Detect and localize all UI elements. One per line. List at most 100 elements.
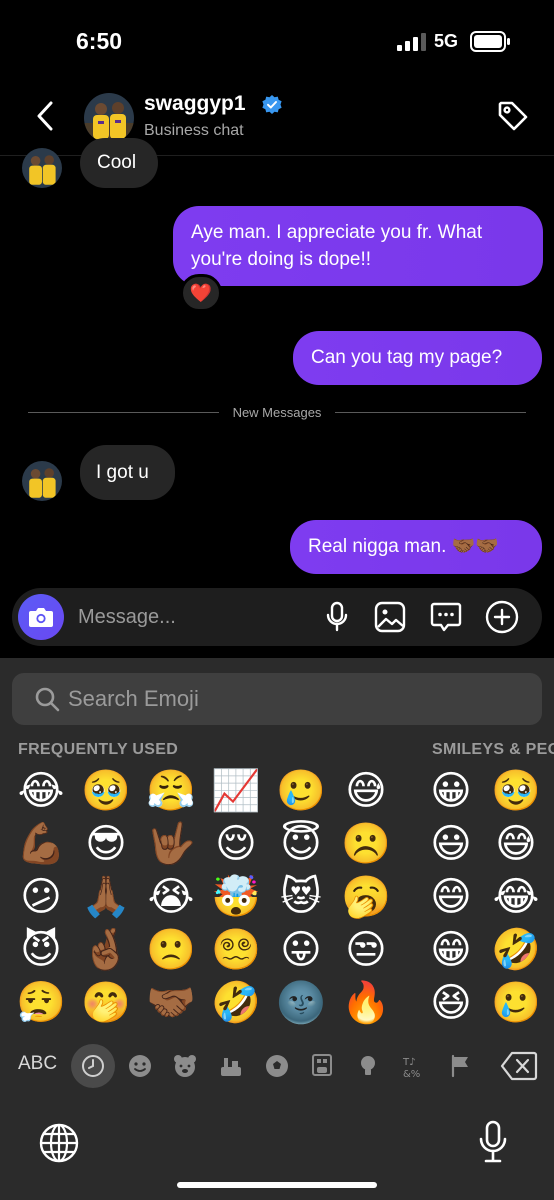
- message-bubble[interactable]: Cool: [80, 138, 158, 188]
- emoji-search-input[interactable]: [68, 686, 508, 712]
- emoji-key[interactable]: 😂: [489, 871, 543, 923]
- chat-bubble-icon: [430, 602, 462, 632]
- camera-button[interactable]: [18, 594, 64, 640]
- message-bubble[interactable]: Aye man. I appreciate you fr. What you'r…: [173, 206, 543, 286]
- avatar[interactable]: [22, 461, 62, 501]
- category-flags[interactable]: [445, 1051, 475, 1081]
- category-smileys[interactable]: [125, 1051, 155, 1081]
- emoji-key[interactable]: ☹️: [339, 818, 393, 870]
- microphone-button[interactable]: [320, 600, 354, 634]
- emoji-key[interactable]: 😆: [424, 977, 478, 1029]
- emoji-key[interactable]: 😅: [489, 818, 543, 870]
- emoji-key[interactable]: 😁: [424, 924, 478, 976]
- svg-text:T♪: T♪: [402, 1057, 416, 1068]
- chevron-left-icon: [37, 101, 53, 131]
- category-food[interactable]: [216, 1051, 246, 1081]
- message-text: I got u: [96, 462, 149, 483]
- emoji-key[interactable]: 😇: [274, 818, 328, 870]
- message-text: Real nigga man. 🤝🏾🤝🏾: [308, 536, 499, 557]
- message-bubble[interactable]: Real nigga man. 🤝🏾🤝🏾: [290, 520, 542, 574]
- message-input[interactable]: [78, 588, 308, 646]
- emoji-key[interactable]: 📈: [209, 765, 263, 817]
- microphone-icon: [326, 601, 348, 632]
- emoji-key[interactable]: 🥹: [489, 765, 543, 817]
- emoji-key[interactable]: 🤭: [79, 977, 133, 1029]
- emoji-key[interactable]: 😌: [209, 818, 263, 870]
- tag-button[interactable]: [495, 98, 531, 134]
- emoji-key[interactable]: 🥱: [339, 871, 393, 923]
- reaction-badge[interactable]: ❤️: [180, 274, 222, 312]
- emoji-keyboard: FREQUENTLY USED SMILEYS & PEOPLE 😂🥹😤📈🥲😅💪…: [0, 658, 554, 1200]
- emoji-key[interactable]: 😄: [424, 871, 478, 923]
- microphone-icon: [479, 1120, 507, 1163]
- message-text: Can you tag my page?: [311, 347, 503, 368]
- emoji-key[interactable]: 😛: [274, 924, 328, 976]
- emoji-key[interactable]: 🤞🏾: [79, 924, 133, 976]
- emoji-key[interactable]: 😒: [339, 924, 393, 976]
- category-animals[interactable]: [170, 1051, 200, 1081]
- emoji-key[interactable]: 🙁: [144, 924, 198, 976]
- emoji-key[interactable]: 😻: [274, 871, 328, 923]
- avatar-image: [22, 148, 62, 188]
- emoji-key[interactable]: 🙏🏾: [79, 871, 133, 923]
- emoji-key[interactable]: 😤: [144, 765, 198, 817]
- category-activity[interactable]: [262, 1051, 292, 1081]
- globe-key[interactable]: [38, 1122, 80, 1164]
- emoji-key[interactable]: 😂: [14, 765, 68, 817]
- avatar-image: [22, 461, 62, 501]
- clock-icon: [82, 1055, 104, 1077]
- globe-icon: [39, 1123, 79, 1163]
- divider-line: [28, 411, 219, 413]
- emoji-key[interactable]: 🥲: [489, 977, 543, 1029]
- emoji-key[interactable]: 🤯: [209, 871, 263, 923]
- emoji-key[interactable]: 🤣: [489, 924, 543, 976]
- new-messages-divider: New Messages: [28, 402, 526, 422]
- category-objects[interactable]: [353, 1051, 383, 1081]
- emoji-key[interactable]: 😭: [144, 871, 198, 923]
- emoji-key[interactable]: 🤣: [209, 977, 263, 1029]
- dictation-key[interactable]: [478, 1120, 508, 1164]
- section-smileys-clip: SMILEYS & PEOPLE: [432, 741, 554, 763]
- avatar[interactable]: [22, 148, 62, 188]
- emoji-key[interactable]: 😈: [14, 924, 68, 976]
- category-symbols[interactable]: T♪ &%: [399, 1051, 429, 1081]
- emoji-key[interactable]: 🥹: [79, 765, 133, 817]
- message-bubble[interactable]: Can you tag my page?: [293, 331, 542, 385]
- category-recent[interactable]: [71, 1044, 115, 1088]
- emoji-key[interactable]: 😅: [339, 765, 393, 817]
- emoji-key[interactable]: 🌚: [274, 977, 328, 1029]
- chat-username[interactable]: swaggyp1: [144, 92, 246, 116]
- emoji-key[interactable]: 😵‍💫: [209, 924, 263, 976]
- category-travel[interactable]: [307, 1051, 337, 1081]
- food-icon: [221, 1058, 241, 1076]
- emoji-key[interactable]: 🤟🏾: [144, 818, 198, 870]
- message-bubble[interactable]: I got u: [80, 445, 175, 500]
- back-button[interactable]: [30, 98, 60, 134]
- emoji-key[interactable]: 🥲: [274, 765, 328, 817]
- emoji-key[interactable]: 😃: [424, 818, 478, 870]
- chat-header: swaggyp1 Business chat: [0, 80, 554, 156]
- emoji-key[interactable]: 😮‍💨: [14, 977, 68, 1029]
- add-button[interactable]: [485, 600, 519, 634]
- tag-icon: [498, 101, 528, 131]
- section-frequently-used: FREQUENTLY USED: [18, 741, 179, 758]
- plus-circle-icon: [485, 600, 519, 634]
- emoji-key[interactable]: 😎: [79, 818, 133, 870]
- sticker-button[interactable]: [429, 600, 463, 634]
- emoji-key[interactable]: 🔥: [339, 977, 393, 1029]
- heart-reaction: ❤️: [189, 282, 213, 303]
- divider-label: New Messages: [232, 404, 322, 420]
- abc-key[interactable]: ABC: [18, 1053, 57, 1075]
- camera-icon: [29, 608, 53, 627]
- emoji-key[interactable]: 🤝🏾: [144, 977, 198, 1029]
- emoji-search-field[interactable]: [12, 673, 542, 725]
- ball-icon: [266, 1055, 288, 1077]
- emoji-key[interactable]: 😀: [424, 765, 478, 817]
- search-icon: [35, 687, 60, 712]
- emoji-key[interactable]: 💪🏾: [14, 818, 68, 870]
- delete-key[interactable]: [500, 1051, 538, 1081]
- gallery-button[interactable]: [373, 600, 407, 634]
- emoji-key[interactable]: 😕: [14, 871, 68, 923]
- home-indicator[interactable]: [177, 1182, 377, 1188]
- avatar[interactable]: [84, 93, 134, 143]
